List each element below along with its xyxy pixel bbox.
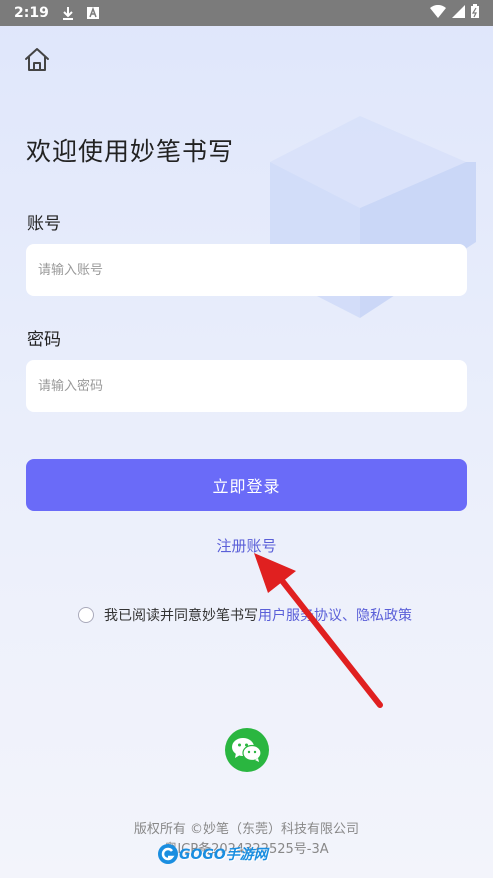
- password-input[interactable]: [26, 360, 467, 412]
- watermark-logo: GOGO手游网: [157, 843, 268, 865]
- watermark-g-icon: [158, 844, 178, 864]
- status-bar: 2:19: [0, 0, 493, 26]
- agreement-row: 我已阅读并同意妙笔书写 用户服务协议 、 隐私政策: [78, 605, 412, 625]
- home-icon: [25, 48, 49, 71]
- login-button[interactable]: 立即登录: [26, 459, 467, 511]
- register-link-text[interactable]: 注册账号: [216, 537, 276, 555]
- account-input[interactable]: [26, 244, 467, 296]
- watermark-text: GOGO手游网: [179, 847, 268, 863]
- status-time: 2:19: [14, 5, 49, 21]
- agreement-prefix: 我已阅读并同意妙笔书写: [104, 608, 258, 624]
- password-label: 密码: [27, 330, 61, 350]
- terms-link[interactable]: 用户服务协议: [258, 605, 342, 625]
- wechat-login-button[interactable]: [225, 728, 269, 772]
- agreement-checkbox[interactable]: [78, 607, 94, 623]
- home-button[interactable]: [22, 45, 52, 75]
- privacy-link[interactable]: 隐私政策: [356, 605, 412, 625]
- copyright-text: 版权所有 ©妙笔（东莞）科技有限公司: [133, 822, 360, 837]
- wifi-icon: [430, 4, 446, 22]
- wechat-icon: [232, 738, 262, 762]
- text-a-icon: [86, 7, 99, 19]
- download-icon: [61, 6, 75, 20]
- welcome-title: 欢迎使用妙笔书写: [26, 137, 235, 166]
- account-label: 账号: [27, 214, 61, 234]
- register-link: 注册账号: [0, 535, 493, 556]
- agreement-separator: 、: [342, 608, 356, 624]
- battery-icon: [471, 4, 479, 22]
- signal-icon: [452, 4, 465, 22]
